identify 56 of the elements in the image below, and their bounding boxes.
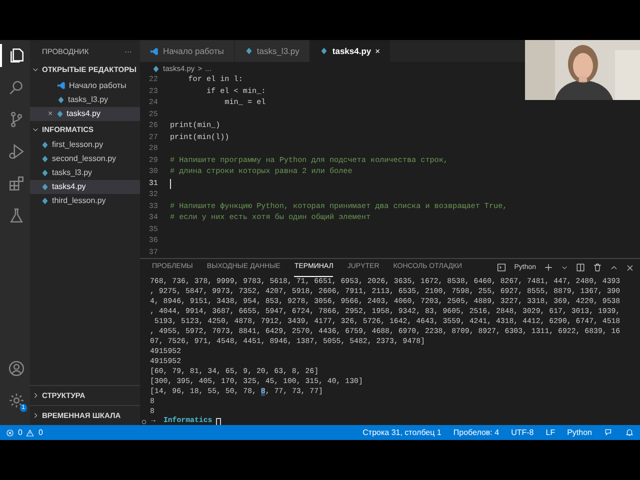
run-debug-icon[interactable] [8,143,24,160]
vscode-logo-icon [57,81,66,90]
extensions-icon[interactable] [8,175,24,192]
files-icon[interactable] [8,47,24,64]
file-name: tasks4.py [52,180,86,193]
bell-icon[interactable] [625,428,634,437]
feedback-icon[interactable] [604,428,613,437]
python-file-icon [244,47,253,55]
file-name: tasks_l3.py [68,94,108,106]
file-name: tasks4.py [66,108,100,120]
error-icon [6,428,14,436]
status-item[interactable]: Python [567,426,592,438]
status-item[interactable]: Строка 31, столбец 1 [362,426,442,438]
file-name: Начало работы [69,80,126,92]
status-item[interactable]: Пробелов: 4 [453,426,500,438]
vscode-logo-icon [150,46,159,56]
file-item[interactable]: second_lesson.py [30,152,140,166]
file-name: second_lesson.py [52,152,116,165]
editor-tab[interactable]: Начало работы [140,40,235,62]
account-icon[interactable] [8,360,24,377]
file-item[interactable]: first_lesson.py [30,138,140,152]
settings-icon[interactable] [8,392,24,409]
chevron-down-icon[interactable] [32,66,39,74]
editor-tab[interactable]: tasks4.py × [310,40,392,62]
trash-icon[interactable] [593,263,602,272]
file-name: tasks_l3.py [52,166,92,179]
terminal-icon [497,263,506,272]
file-item[interactable]: Начало работы [30,78,140,92]
chevron-up-icon[interactable] [610,264,618,272]
close-icon[interactable]: × [375,44,380,58]
chevron-right-icon[interactable] [32,412,39,419]
flask-icon[interactable] [8,207,24,224]
file-name: first_lesson.py [52,138,104,151]
problems-indicator[interactable]: 0 0 [6,426,43,438]
search-icon[interactable] [8,79,24,96]
file-item[interactable]: third_lesson.py [30,194,140,208]
status-item[interactable]: LF [546,426,556,438]
text-cursor [170,179,171,190]
split-icon[interactable] [576,263,585,272]
chevron-right-icon[interactable] [32,392,39,399]
file-item[interactable]: tasks_l3.py [30,166,140,180]
status-item[interactable]: UTF-8 [511,426,534,438]
file-item[interactable]: tasks_l3.py [30,92,140,106]
python-file-icon [320,47,328,55]
file-name: third_lesson.py [52,194,106,207]
close-icon[interactable] [626,264,634,272]
circle-icon [141,419,147,425]
file-item[interactable]: × tasks4.py [30,106,140,120]
editor-tab[interactable]: tasks_l3.py [234,40,310,62]
warning-icon [26,428,34,436]
chevron-down-icon[interactable] [561,264,568,272]
chevron-down-icon[interactable] [32,126,39,133]
plus-icon[interactable] [544,263,553,272]
close-icon[interactable]: × [48,108,53,120]
python-file-icon [152,64,160,72]
file-item[interactable]: tasks4.py [30,180,140,194]
